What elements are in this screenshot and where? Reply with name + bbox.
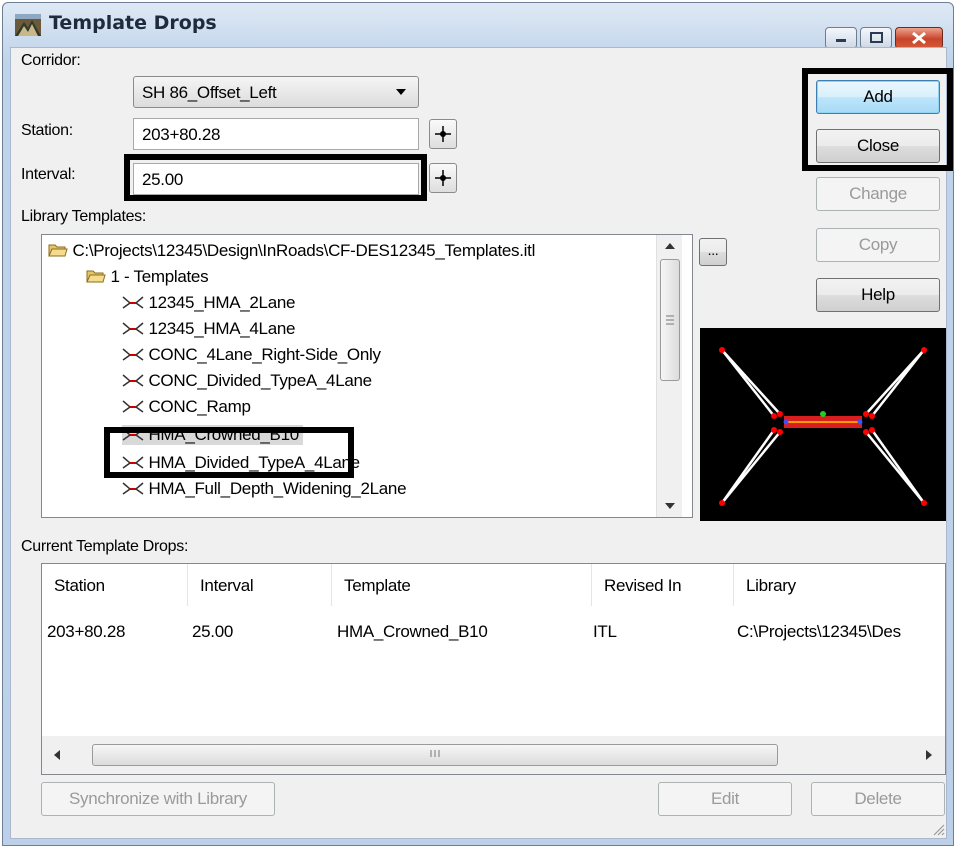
folder-open-icon: [48, 244, 68, 257]
station-locate-button[interactable]: [429, 119, 457, 149]
grip-icon: [666, 315, 674, 325]
tree-item-label: 12345_HMA_2Lane: [148, 293, 296, 312]
tree-item[interactable]: HMA_Full_Depth_Widening_2Lane: [122, 479, 407, 499]
template-icon: [122, 296, 144, 309]
maximize-icon: [870, 32, 883, 43]
scroll-up-icon: [665, 243, 675, 249]
tree-item[interactable]: CONC_4Lane_Right-Side_Only: [122, 345, 381, 365]
chevron-down-icon: [396, 89, 406, 95]
selected-template-highlight-box: [104, 427, 354, 478]
tree-item-label: 12345_HMA_4Lane: [148, 319, 296, 338]
cell-interval: 25.00: [192, 622, 234, 641]
change-button[interactable]: Change: [816, 177, 940, 211]
corridor-label: Corridor:: [21, 52, 81, 69]
tree-root-node[interactable]: C:\Projects\12345\Design\InRoads\CF-DES1…: [48, 241, 535, 261]
column-header-station[interactable]: Station: [42, 564, 188, 606]
interval-locate-button[interactable]: [429, 163, 457, 193]
library-templates-label: Library Templates:: [21, 208, 147, 225]
tree-item-label: CONC_Divided_TypeA_4Lane: [148, 371, 372, 390]
tree-item-label: CONC_4Lane_Right-Side_Only: [148, 345, 381, 364]
tree-item[interactable]: CONC_Ramp: [122, 397, 251, 417]
browse-library-button[interactable]: ...: [699, 238, 727, 266]
maximize-button[interactable]: [860, 27, 892, 49]
interval-label: Interval:: [21, 166, 76, 183]
scroll-thumb[interactable]: [660, 259, 680, 381]
tree-item[interactable]: 12345_HMA_2Lane: [122, 293, 295, 313]
close-window-button[interactable]: [895, 27, 943, 49]
scroll-right-icon: [926, 750, 932, 760]
minimize-icon: [836, 39, 846, 42]
station-label: Station:: [21, 122, 73, 139]
template-icon: [122, 322, 144, 335]
delete-button[interactable]: Delete: [811, 782, 945, 816]
template-icon: [122, 348, 144, 361]
crosshair-icon: [435, 126, 451, 142]
add-close-highlight-box: [802, 68, 953, 171]
column-header-interval[interactable]: Interval: [188, 564, 332, 606]
window-title: Template Drops: [49, 12, 217, 34]
current-drops-label: Current Template Drops:: [21, 538, 189, 555]
tree-item-label: CONC_Ramp: [148, 397, 251, 416]
template-icon: [15, 14, 41, 36]
corridor-dropdown[interactable]: SH 86_Offset_Left: [133, 76, 419, 108]
scroll-down-icon: [665, 503, 675, 509]
cell-template: HMA_Crowned_B10: [337, 622, 488, 641]
tree-folder-node[interactable]: 1 - Templates: [86, 267, 209, 287]
station-field[interactable]: 203+80.28: [133, 118, 419, 150]
edit-button[interactable]: Edit: [658, 782, 792, 816]
resize-grip-icon[interactable]: [931, 822, 945, 836]
tree-vertical-scrollbar[interactable]: [656, 235, 682, 517]
tree-item-label: HMA_Full_Depth_Widening_2Lane: [148, 479, 407, 498]
close-icon: [912, 31, 926, 45]
synchronize-with-library-button[interactable]: Synchronize with Library: [41, 782, 275, 816]
interval-highlight-box: [124, 154, 427, 201]
cell-library: C:\Projects\12345\Des: [737, 622, 901, 641]
cell-revised-in: ITL: [593, 622, 617, 641]
corridor-value: SH 86_Offset_Left: [142, 83, 277, 102]
column-header-library[interactable]: Library: [734, 564, 945, 606]
template-icon: [122, 400, 144, 413]
scroll-thumb[interactable]: [92, 744, 778, 766]
column-header-template[interactable]: Template: [332, 564, 592, 606]
minimize-button[interactable]: [825, 27, 857, 49]
tree-root-label: C:\Projects\12345\Design\InRoads\CF-DES1…: [72, 241, 536, 260]
copy-button[interactable]: Copy: [816, 228, 940, 262]
dialog-body: Corridor: SH 86_Offset_Left Station: 203…: [10, 47, 953, 839]
scroll-left-icon: [54, 750, 60, 760]
crosshair-icon: [435, 170, 451, 186]
template-preview-graphic: [719, 347, 927, 506]
title-bar[interactable]: Template Drops: [3, 3, 953, 49]
folder-open-icon: [86, 270, 106, 283]
column-header-revised-in[interactable]: Revised In: [592, 564, 734, 606]
tree-item[interactable]: 12345_HMA_4Lane: [122, 319, 295, 339]
template-icon: [122, 482, 144, 495]
grip-icon: [430, 750, 440, 757]
table-horizontal-scrollbar[interactable]: [42, 736, 945, 774]
tree-folder-label: 1 - Templates: [110, 267, 209, 286]
template-icon: [122, 374, 144, 387]
tree-item[interactable]: CONC_Divided_TypeA_4Lane: [122, 371, 372, 391]
help-button[interactable]: Help: [816, 278, 940, 312]
template-preview: [700, 328, 946, 521]
template-drops-dialog: Template Drops Corridor: SH 86_Offset_Le…: [2, 2, 954, 846]
cell-station: 203+80.28: [47, 622, 126, 641]
